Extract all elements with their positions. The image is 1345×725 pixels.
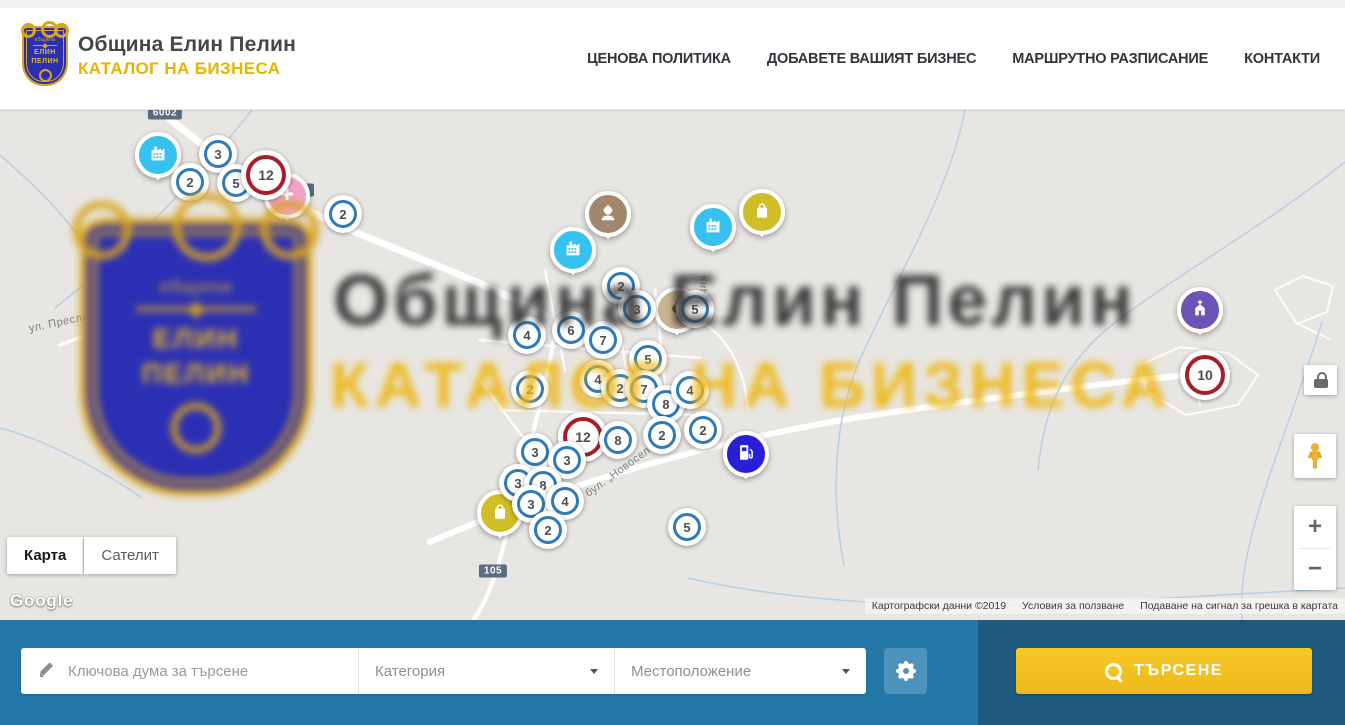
pin-head (585, 191, 631, 237)
bag-icon (489, 500, 511, 527)
watermark-crest: община ЕЛИН ПЕЛИН (80, 218, 312, 496)
search-button-label: ТЪРСЕНЕ (1134, 662, 1223, 680)
search-button[interactable]: ТЪРСЕНЕ (1016, 648, 1312, 694)
nav-item-4[interactable]: КОНТАКТИ (1244, 51, 1320, 67)
map-type-control: Карта Сателит (7, 537, 176, 574)
site-title: Община Елин Пелин (78, 33, 296, 57)
bag-icon (751, 199, 773, 226)
attribution-link[interactable]: Подаване на сигнал за грешка в картата (1140, 600, 1338, 612)
zoom-control: + − (1294, 506, 1336, 590)
cluster-count: 2 (534, 516, 562, 544)
crest-name-line1: ЕЛИН (153, 321, 240, 356)
crest-name-line2: ПЕЛИН (142, 356, 251, 391)
chevron-down-icon (842, 669, 850, 674)
attribution-link[interactable]: Условия за ползване (1022, 600, 1124, 612)
crest-curl (54, 23, 69, 38)
crest-ornament (39, 69, 52, 82)
factory-icon (702, 214, 724, 241)
header: община ЕЛИН ПЕЛИН Община Елин Пелин КАТА… (0, 0, 1345, 110)
cluster-marker[interactable]: 10 (1180, 350, 1230, 400)
cluster-marker[interactable]: 5 (668, 508, 706, 546)
factory-icon (147, 142, 169, 169)
map-canvas[interactable]: ул. Преславбул. „Новоселция 6002105 3251… (0, 110, 1345, 620)
cluster-count: 8 (604, 426, 632, 454)
cluster-marker[interactable]: 2 (324, 195, 362, 233)
keyword-field[interactable] (21, 648, 358, 694)
cluster-count: 2 (176, 168, 204, 196)
nav-item-3[interactable]: МАРШРУТНО РАЗПИСАНИЕ (1012, 51, 1208, 67)
cluster-count: 2 (648, 421, 676, 449)
pin-head (723, 431, 769, 477)
cluster-count: 10 (1185, 355, 1225, 395)
search-button-panel: ТЪРСЕНЕ (978, 620, 1345, 725)
cluster-count: 3 (521, 438, 549, 466)
search-fields: Категория Местоположение (21, 648, 866, 694)
crest-name-line2: ПЕЛИН (31, 57, 58, 66)
crest-curl (73, 201, 131, 259)
main-nav: ЦЕНОВА ПОЛИТИКА ДОБАВЕТЕ ВАШИЯТ БИЗНЕС МАР… (587, 8, 1320, 110)
category-select[interactable]: Категория (358, 648, 614, 694)
crest-name-line1: ЕЛИН (34, 48, 56, 57)
lock-control-button[interactable] (1304, 365, 1337, 395)
advanced-search-button[interactable] (884, 648, 927, 694)
pegman-icon (1302, 442, 1328, 470)
gear-icon (894, 659, 918, 683)
zoom-out-button[interactable]: − (1294, 549, 1336, 591)
cluster-marker[interactable]: 2 (529, 511, 567, 549)
crest-ornament (171, 403, 221, 453)
pin-bag[interactable] (739, 189, 785, 235)
pin-worker[interactable] (585, 191, 631, 237)
crest-org-text: община (34, 37, 55, 43)
road-badge: 105 (479, 565, 507, 578)
location-select[interactable]: Местоположение (614, 648, 866, 694)
zoom-in-button[interactable]: + (1294, 506, 1336, 548)
lock-icon (1314, 372, 1328, 388)
pin-church[interactable] (1177, 287, 1223, 333)
crest-curl (261, 201, 319, 259)
chevron-down-icon (590, 669, 598, 674)
search-icon (1105, 663, 1122, 680)
keyword-input[interactable] (66, 662, 358, 681)
cluster-count: 4 (551, 487, 579, 515)
location-select-label: Местоположение (631, 663, 842, 680)
cluster-count: 3 (553, 446, 581, 474)
crest-curl (21, 23, 36, 38)
municipality-crest-logo: община ЕЛИН ПЕЛИН (22, 26, 68, 86)
pin-head (690, 204, 736, 250)
cluster-count: 3 (204, 140, 232, 168)
google-logo[interactable]: Google (10, 591, 73, 611)
map-type-map-button[interactable]: Карта (7, 537, 83, 574)
pin-head (739, 189, 785, 235)
crest-org-text: община (159, 277, 233, 297)
crest-ornament (136, 307, 256, 311)
nav-item-2[interactable]: ДОБАВЕТЕ ВАШИЯТ БИЗНЕС (767, 51, 976, 67)
site-subtitle: КАТАЛОГ НА БИЗНЕСА (78, 59, 296, 79)
search-bar: ТЪРСЕНЕ Категория Местоположение (0, 620, 1345, 725)
nav-item-1[interactable]: ЦЕНОВА ПОЛИТИКА (587, 51, 731, 67)
worker-icon (597, 201, 619, 228)
watermark-subtitle: КАТАЛОГ НА БИЗНЕСА (330, 348, 1173, 422)
attribution-text: Картографски данни ©2019 (872, 600, 1006, 612)
brand[interactable]: община ЕЛИН ПЕЛИН Община Елин Пелин КАТА… (22, 26, 296, 86)
map-type-satellite-button[interactable]: Сателит (84, 537, 176, 574)
street-view-pegman-button[interactable] (1294, 434, 1336, 478)
cluster-count: 12 (246, 155, 286, 195)
map-attribution: Картографски данни ©2019 Условия за ползв… (865, 598, 1345, 614)
pin-head (1177, 287, 1223, 333)
crest-curl (173, 193, 241, 261)
cluster-marker[interactable]: 12 (241, 150, 291, 200)
fuel-icon (735, 441, 757, 468)
cluster-count: 2 (329, 200, 357, 228)
cluster-count: 5 (673, 513, 701, 541)
crest-ornament (33, 45, 56, 46)
watermark-title: Община Елин Пелин (333, 260, 1137, 342)
category-select-label: Категория (375, 663, 590, 680)
pencil-icon (37, 663, 54, 680)
pin-fuel[interactable] (723, 431, 769, 477)
road-badge: 6002 (148, 110, 182, 120)
cluster-marker[interactable]: 8 (599, 421, 637, 459)
church-icon (1189, 297, 1211, 324)
brand-text: Община Елин Пелин КАТАЛОГ НА БИЗНЕСА (78, 33, 296, 79)
pin-factory[interactable] (690, 204, 736, 250)
